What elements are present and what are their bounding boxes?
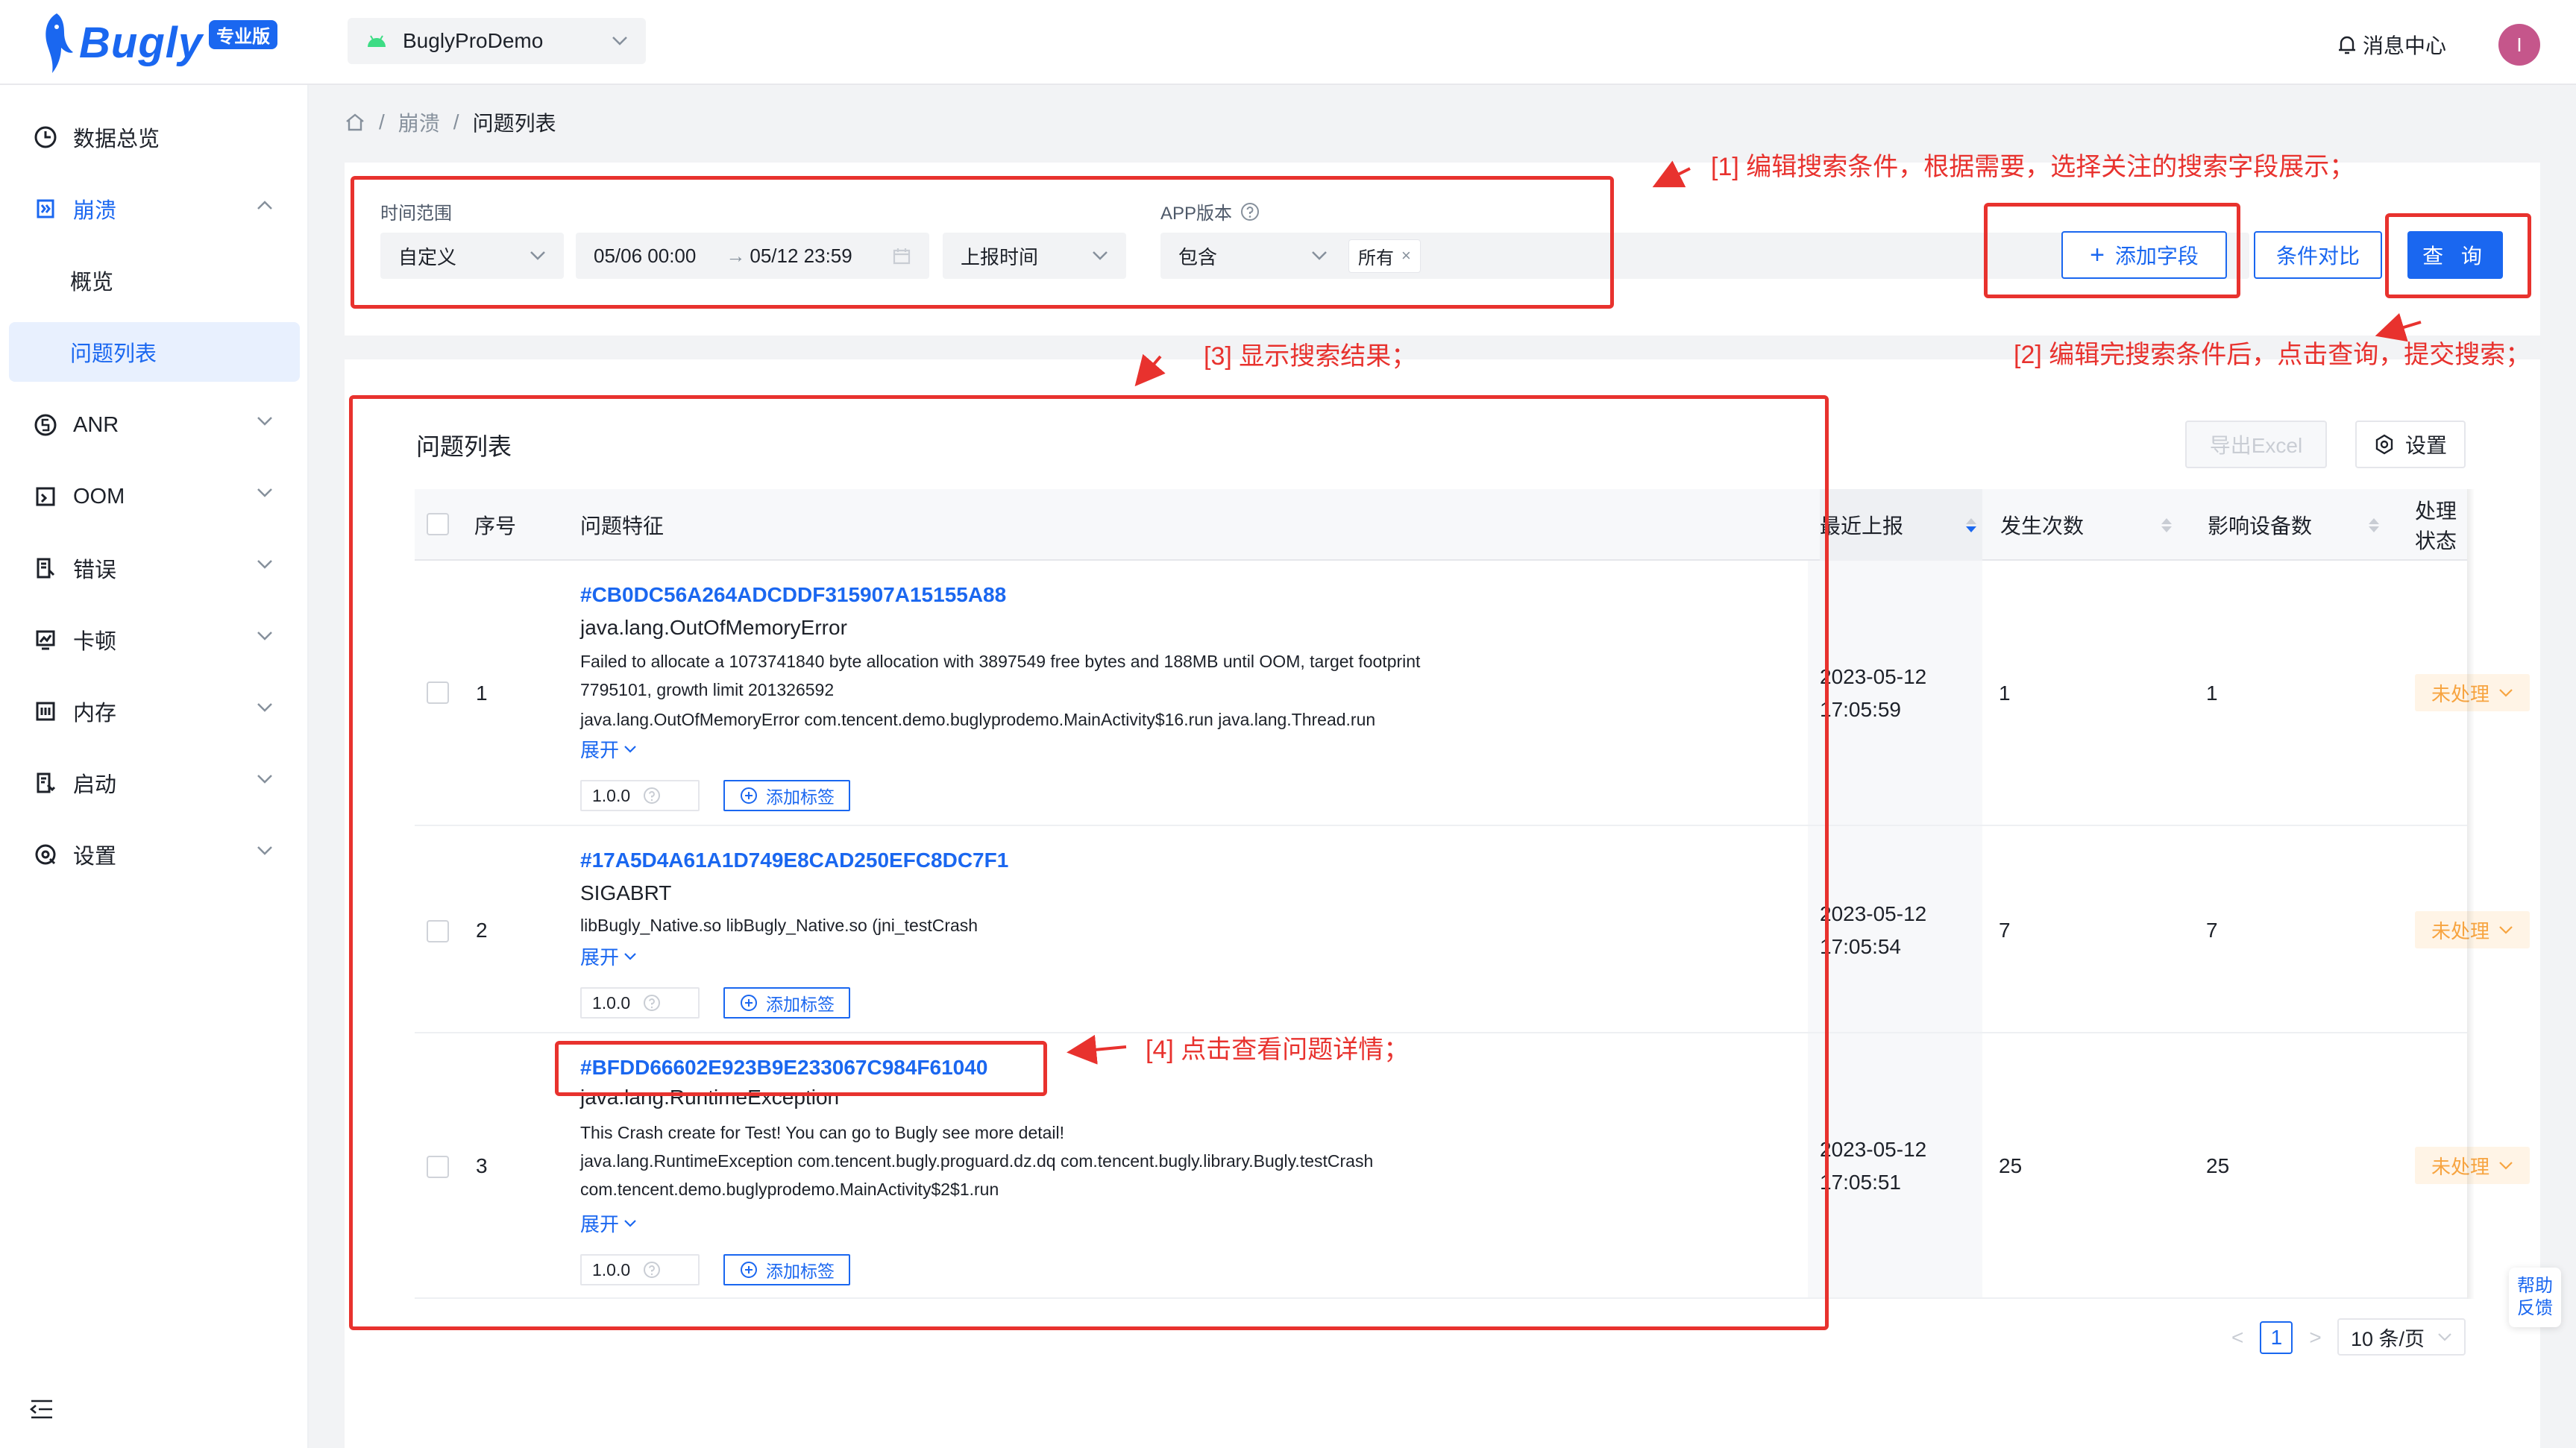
annotation-arrows [1066, 160, 2422, 1065]
